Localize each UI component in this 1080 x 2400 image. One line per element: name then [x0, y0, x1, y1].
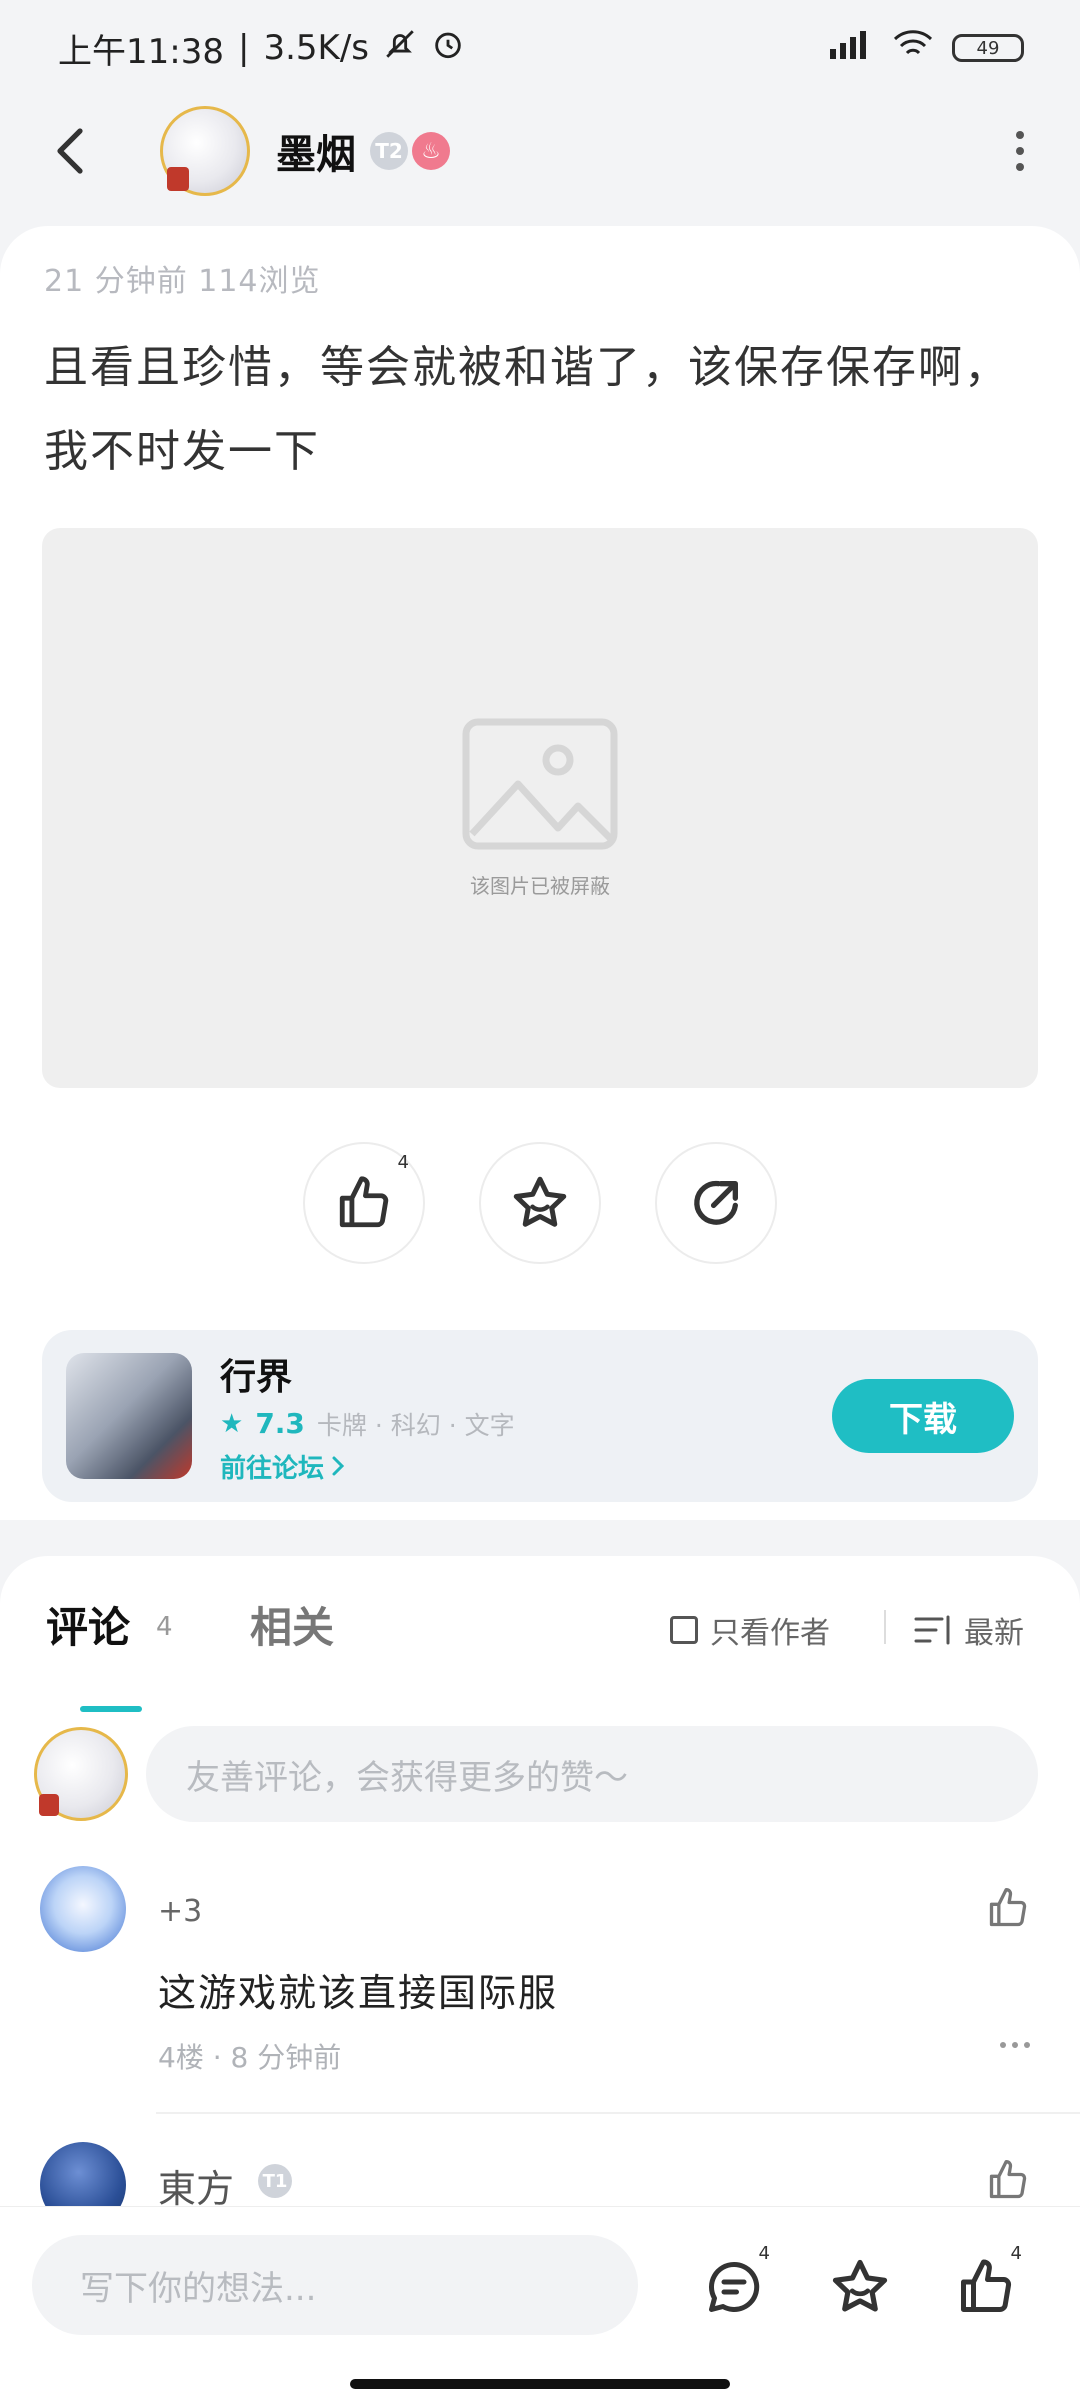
commenter-avatar[interactable] [40, 2142, 126, 2212]
alarm-icon [431, 27, 465, 70]
game-tags: 卡牌 · 科幻 · 文字 [316, 1410, 515, 1440]
star-icon [832, 2259, 888, 2312]
fire-badge-icon: ♨ [412, 132, 450, 170]
post-actions: 4 [0, 1142, 1080, 1266]
my-avatar [34, 1727, 128, 1821]
like-count: 4 [1010, 2243, 1022, 2264]
home-indicator[interactable] [350, 2379, 730, 2389]
game-icon[interactable] [66, 1353, 192, 1479]
commenter-avatar[interactable] [40, 1866, 126, 1952]
comments-section: 评论 4 相关 只看作者 最新 友善评论，会获得更多的赞～ +3 这游戏就该直接… [0, 1556, 1080, 2212]
wifi-icon [892, 27, 934, 70]
chevron-right-icon [332, 1456, 345, 1476]
signal-icon [828, 27, 874, 70]
bottom-bar: 写下你的想法... 4 4 [0, 2206, 1080, 2400]
like-button[interactable]: 4 [303, 1142, 425, 1264]
like-count: 4 [397, 1152, 409, 1173]
share-button[interactable] [655, 1142, 777, 1264]
image-icon [462, 718, 618, 849]
thumbs-up-icon [339, 1176, 389, 1228]
thumbs-up-icon [989, 1888, 1027, 1927]
status-time: 上午11:38 [58, 31, 224, 72]
comment-icon [708, 2261, 760, 2312]
comment-count: 4 [156, 1612, 173, 1642]
tab-comments[interactable]: 评论 [46, 1594, 130, 1655]
bottom-comment-input[interactable]: 写下你的想法... [32, 2235, 638, 2335]
comment-input-row: 友善评论，会获得更多的赞～ [34, 1724, 1038, 1824]
post-card: 21 分钟前 114浏览 且看且珍惜，等会就被和谐了，该保存保存啊，我不时发一下… [0, 226, 1080, 1520]
comment-meta: 4楼 · 8 分钟前 [158, 2041, 342, 2074]
battery-icon: 49 [952, 34, 1024, 62]
commenter-name[interactable]: 東方 [158, 2158, 234, 2212]
share-icon [694, 1180, 738, 1225]
post-text: 且看且珍惜，等会就被和谐了，该保存保存啊，我不时发一下 [44, 342, 1010, 477]
download-button[interactable]: 下载 [832, 1379, 1014, 1453]
comment-more-button[interactable] [1000, 2042, 1030, 2048]
blocked-image[interactable]: 该图片已被屏蔽 [42, 528, 1038, 1088]
sort-button[interactable]: 最新 [914, 1608, 1024, 1652]
divider [156, 2112, 1080, 2114]
mute-bell-icon [383, 27, 417, 70]
author-only-toggle[interactable]: 只看作者 [670, 1608, 830, 1652]
divider [884, 1610, 886, 1644]
back-arrow-icon [57, 128, 83, 174]
post-header: 墨烟 T2 ♨ [0, 96, 1080, 206]
rating-star-icon: ★ [220, 1408, 244, 1439]
blocked-caption: 该图片已被屏蔽 [470, 873, 610, 898]
commenter-name[interactable]: +3 [158, 1894, 202, 1929]
comment-input[interactable]: 友善评论，会获得更多的赞～ [146, 1726, 1038, 1822]
game-name: 行界 [220, 1356, 293, 1398]
comment-like-button[interactable] [986, 1886, 1030, 1934]
author-avatar[interactable] [160, 106, 250, 196]
comment-item: +3 这游戏就该直接国际服 4楼 · 8 分钟前 [40, 1866, 1040, 2096]
comment-count: 4 [758, 2243, 770, 2264]
back-button[interactable] [40, 119, 104, 183]
comment-button[interactable]: 4 [694, 2243, 774, 2327]
game-card[interactable]: 行界 ★ 7.3 卡牌 · 科幻 · 文字 前往论坛 下载 [42, 1330, 1038, 1502]
network-speed: 3.5K/s [263, 28, 369, 68]
level-badge: T1 [258, 2164, 292, 2198]
comment-item: 東方 T1 [40, 2142, 1040, 2212]
level-badge: T2 [370, 132, 408, 170]
author-name[interactable]: 墨烟 [276, 122, 356, 180]
comment-text: 这游戏就该直接国际服 [158, 1971, 559, 2015]
post-meta: 21 分钟前 114浏览 [44, 264, 321, 299]
favorite-button[interactable] [820, 2247, 900, 2327]
favorite-button[interactable] [479, 1142, 601, 1264]
more-options-button[interactable] [1000, 121, 1040, 181]
thumbs-up-icon [961, 2259, 1012, 2312]
comment-tabs: 评论 4 相关 只看作者 最新 [0, 1586, 1080, 1712]
star-icon [513, 1176, 567, 1227]
game-rating: 7.3 [255, 1407, 305, 1440]
forum-link[interactable]: 前往论坛 [220, 1448, 515, 1485]
sort-list-icon [914, 1615, 950, 1645]
checkbox-icon [670, 1616, 698, 1644]
like-button[interactable]: 4 [946, 2243, 1026, 2327]
status-bar: 上午11:38 | 3.5K/s 49 [0, 0, 1080, 96]
comment-like-button[interactable] [986, 2158, 1030, 2206]
tab-active-indicator [80, 1706, 142, 1712]
thumbs-up-icon [989, 2160, 1027, 2199]
tab-related[interactable]: 相关 [250, 1594, 334, 1655]
